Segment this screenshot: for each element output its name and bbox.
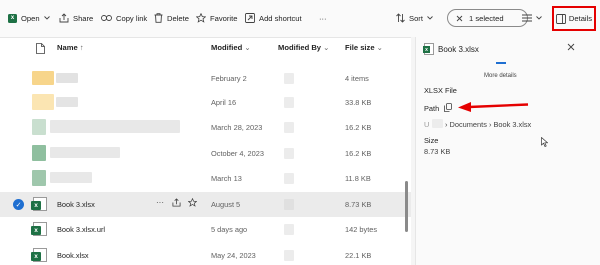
file-type-icon bbox=[36, 43, 45, 54]
checkmark-icon[interactable]: ✓ bbox=[13, 199, 24, 210]
chevron-down-icon: ⌄ bbox=[376, 43, 384, 52]
list-item[interactable]: x Book 3.xlsx.url 5 days ago 142 bytes bbox=[0, 217, 411, 242]
more-details-indicator bbox=[496, 62, 506, 64]
more-icon: ··· bbox=[319, 13, 327, 23]
close-icon[interactable] bbox=[567, 43, 575, 53]
path-value[interactable]: › Documents › Book 3.xlsx bbox=[445, 120, 531, 129]
column-header-file-size[interactable]: File size ⌄ bbox=[345, 43, 383, 52]
redacted-name bbox=[50, 147, 120, 158]
copy-link-button[interactable]: Copy link bbox=[101, 11, 147, 25]
more-details-link[interactable]: More details bbox=[484, 73, 517, 79]
file-type-label: XLSX File bbox=[424, 86, 457, 95]
scrollbar[interactable] bbox=[405, 181, 408, 232]
redacted-avatar bbox=[284, 148, 294, 159]
redacted-name bbox=[50, 120, 180, 133]
path-label: Path bbox=[424, 104, 440, 113]
list-item[interactable]: March 13 11.8 KB bbox=[0, 166, 411, 191]
mouse-cursor-icon bbox=[541, 136, 549, 149]
redacted-avatar bbox=[284, 122, 294, 133]
excel-icon bbox=[32, 145, 46, 161]
command-bar: x Open Share Copy link Delete Favorite A… bbox=[0, 0, 600, 37]
table-row-selected[interactable]: ✓ x Book 3.xlsx ··· August 5 8.73 KB bbox=[0, 192, 411, 217]
column-header-name[interactable]: Name ↑ bbox=[57, 43, 84, 52]
redacted-avatar bbox=[284, 250, 294, 261]
add-shortcut-button[interactable]: Add shortcut bbox=[245, 11, 302, 25]
share-icon[interactable] bbox=[172, 198, 181, 209]
favorite-button[interactable]: Favorite bbox=[196, 11, 237, 25]
redacted-avatar bbox=[284, 199, 294, 210]
chevron-down-icon bbox=[427, 16, 433, 20]
details-button[interactable]: Details bbox=[552, 6, 596, 31]
column-header-modified-by[interactable]: Modified By ⌄ bbox=[278, 43, 330, 52]
more-icon[interactable]: ··· bbox=[156, 198, 164, 207]
excel-icon: x bbox=[8, 13, 17, 23]
list-view-icon bbox=[522, 14, 532, 22]
star-icon bbox=[196, 13, 206, 23]
list-item[interactable]: February 2 4 items bbox=[0, 66, 411, 91]
sort-icon bbox=[396, 13, 405, 23]
chevron-down-icon: ⌄ bbox=[323, 43, 330, 52]
excel-link-file-icon: x bbox=[31, 222, 47, 236]
excel-icon bbox=[32, 119, 46, 135]
excel-file-icon: x bbox=[423, 43, 434, 55]
redacted-avatar bbox=[284, 173, 294, 184]
excel-file-icon: x bbox=[31, 197, 47, 211]
redacted-name bbox=[56, 97, 78, 107]
chevron-down-icon bbox=[536, 16, 542, 20]
excel-file-icon: x bbox=[31, 248, 47, 262]
redacted-avatar bbox=[284, 97, 294, 108]
red-arrow-annotation bbox=[458, 102, 529, 112]
redacted-avatar bbox=[284, 73, 294, 84]
list-item[interactable]: March 28, 2023 16.2 KB bbox=[0, 115, 411, 140]
delete-button[interactable]: Delete bbox=[154, 11, 189, 25]
redacted-avatar bbox=[284, 224, 294, 235]
folder-icon bbox=[32, 71, 54, 85]
path-prefix: U bbox=[424, 120, 430, 129]
share-button[interactable]: Share bbox=[59, 11, 93, 25]
list-item[interactable]: April 16 33.8 KB bbox=[0, 90, 411, 115]
list-item[interactable]: x Book.xlsx May 24, 2023 22.1 KB bbox=[0, 243, 411, 265]
more-options-button[interactable]: ··· bbox=[319, 11, 327, 25]
open-button[interactable]: x Open bbox=[8, 11, 50, 25]
redacted-path-segment bbox=[432, 119, 443, 128]
close-icon[interactable] bbox=[456, 15, 463, 22]
file-icon bbox=[32, 94, 54, 110]
column-header-modified[interactable]: Modified ⌄ bbox=[211, 43, 251, 52]
sort-ascending-icon: ↑ bbox=[79, 43, 84, 52]
trash-icon bbox=[154, 13, 163, 23]
info-panel-icon bbox=[555, 13, 566, 24]
share-icon bbox=[59, 13, 69, 23]
list-item[interactable]: October 4, 2023 16.2 KB bbox=[0, 141, 411, 166]
chevron-down-icon bbox=[43, 16, 50, 20]
redacted-name bbox=[56, 73, 78, 83]
copy-icon[interactable] bbox=[444, 103, 452, 114]
size-value: 8.73 KB bbox=[424, 147, 451, 156]
chevron-down-icon: ⌄ bbox=[244, 43, 251, 52]
selection-count-pill[interactable]: 1 selected bbox=[447, 9, 528, 27]
redacted-name bbox=[50, 172, 92, 183]
link-icon bbox=[101, 14, 112, 22]
view-options-button[interactable] bbox=[522, 11, 542, 25]
star-icon[interactable] bbox=[187, 197, 198, 209]
details-title: Book 3.xlsx bbox=[438, 45, 479, 54]
add-shortcut-icon bbox=[245, 13, 255, 23]
sort-button[interactable]: Sort bbox=[396, 11, 433, 25]
excel-icon bbox=[32, 170, 46, 186]
size-label: Size bbox=[424, 136, 439, 145]
